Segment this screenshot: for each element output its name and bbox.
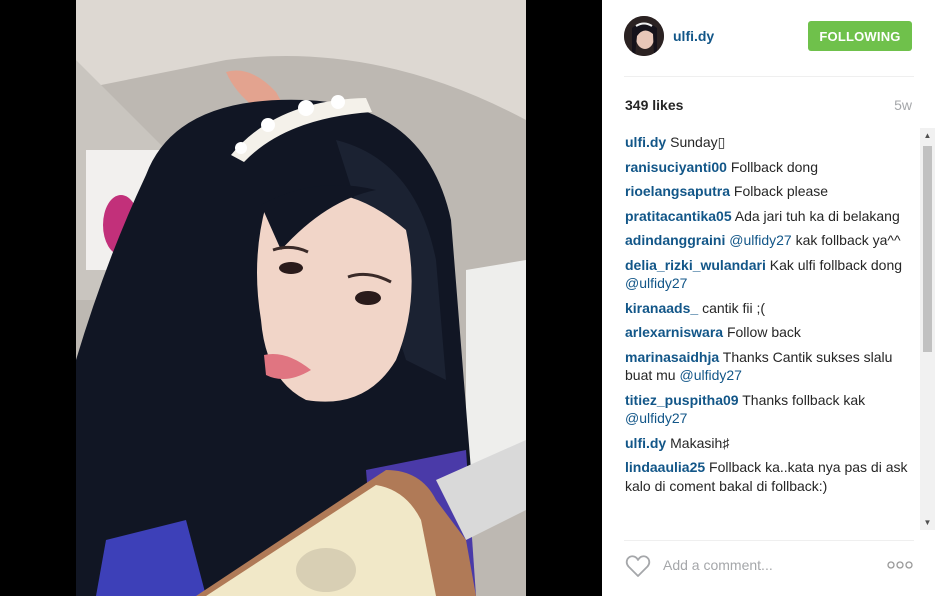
comment-text: Kak ulfi follback dong (769, 256, 903, 273)
comment-text: Follow back (726, 324, 801, 340)
comment-username[interactable]: ulfi.dy (625, 134, 666, 150)
comment-item: marinasaidhja Thanks Cantik sukses slalu… (625, 348, 920, 385)
comment-item: lindaaulia25 Follback ka..kata nya pas d… (625, 458, 920, 495)
heart-icon[interactable] (625, 554, 651, 578)
post-sidebar: ulfi.dy FOLLOWING 349 likes 5w ulfi.dy S… (602, 0, 936, 596)
comment-text: kak follback ya^^ (795, 232, 901, 248)
comment-item: rioelangsaputra Folback please (625, 182, 920, 201)
scroll-down-arrow-icon[interactable]: ▼ (920, 515, 935, 530)
more-options-icon[interactable] (886, 557, 914, 573)
media-panel (0, 0, 602, 596)
comment-username[interactable]: kiranaads_ (625, 300, 698, 316)
comment-text: Follback dong (730, 158, 818, 175)
comment-mention[interactable]: @ulfidy27 (625, 410, 687, 426)
comment-text: Thanks follback kak (742, 391, 866, 408)
comment-item: adindanggraini @ulfidy27 kak follback ya… (625, 231, 920, 250)
comment-username[interactable]: lindaaulia25 (625, 459, 705, 475)
comment-text: Sunday▯ (670, 134, 726, 150)
like-count[interactable]: 349 likes (625, 97, 683, 113)
comment-username[interactable]: pratitacantika05 (625, 208, 732, 224)
comment-item: pratitacantika05 Ada jari tuh ka di bela… (625, 207, 920, 226)
comment-item: titiez_puspitha09 Thanks follback kak @u… (625, 391, 920, 428)
avatar[interactable] (624, 16, 664, 56)
post-photo (76, 0, 526, 596)
comment-text: cantik fii ;( (702, 299, 766, 316)
divider (624, 76, 914, 77)
scrollbar-thumb[interactable] (923, 146, 932, 352)
comment-text: Ada jari tuh ka di belakang (734, 207, 900, 224)
comment-item: ranisuciyanti00 Follback dong (625, 158, 920, 177)
post-author-username[interactable]: ulfi.dy (673, 28, 714, 44)
scroll-up-arrow-icon[interactable]: ▲ (920, 128, 935, 143)
add-comment-input[interactable] (663, 554, 863, 576)
comment-text: Makasih♯ (670, 434, 730, 451)
comments-scrollbar[interactable]: ▲ ▼ (920, 128, 935, 530)
comment-text: Folback please (733, 183, 829, 199)
comment-item: delia_rizki_wulandari Kak ulfi follback … (625, 256, 920, 293)
comment-item: ulfi.dy Sunday▯ (625, 133, 920, 152)
comment-mention[interactable]: @ulfidy27 (625, 275, 687, 291)
comment-mention[interactable]: @ulfidy27 (729, 232, 791, 248)
comment-username[interactable]: marinasaidhja (625, 349, 719, 365)
comment-username[interactable]: ranisuciyanti00 (625, 159, 727, 175)
following-button[interactable]: FOLLOWING (808, 21, 912, 51)
comments-list: ulfi.dy Sunday▯ ranisuciyanti00 Follback … (625, 133, 920, 530)
comment-item: kiranaads_ cantik fii ;( (625, 299, 920, 318)
comment-username[interactable]: rioelangsaputra (625, 183, 730, 199)
comment-username[interactable]: delia_rizki_wulandari (625, 257, 766, 273)
comment-username[interactable]: titiez_puspitha09 (625, 392, 739, 408)
comment-username[interactable]: arlexarniswara (625, 324, 723, 340)
comment-item: ulfi.dy Makasih♯ (625, 434, 920, 453)
comment-mention[interactable]: @ulfidy27 (679, 367, 741, 383)
post-age[interactable]: 5w (894, 97, 912, 113)
comment-username[interactable]: adindanggraini (625, 232, 725, 248)
comment-item: arlexarniswara Follow back (625, 323, 920, 342)
comment-username[interactable]: ulfi.dy (625, 435, 666, 451)
divider (624, 540, 914, 541)
post-header: ulfi.dy FOLLOWING (602, 0, 936, 74)
